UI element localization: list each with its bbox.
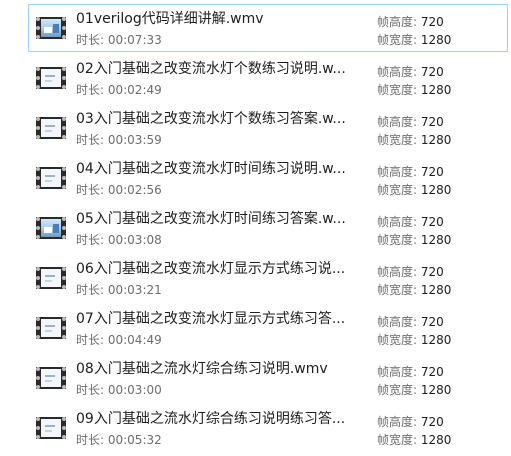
file-item-08[interactable]: 08入门基础之流水灯综合练习说明.wmv 时长: 00:03:00 帧高度: 7… <box>28 354 508 402</box>
frame-height-value: 720 <box>420 415 444 429</box>
frame-height-label: 帧高度: <box>377 115 418 129</box>
frame-width-value: 1280 <box>420 333 452 347</box>
video-document-thumbnail-icon <box>36 67 66 89</box>
frame-height: 帧高度: 720 <box>377 264 444 280</box>
frame-width-value: 1280 <box>420 33 452 47</box>
file-name: 06入门基础之改变流水灯显示方式练习说... <box>76 261 346 277</box>
video-document-thumbnail-icon <box>36 117 66 139</box>
frame-width: 帧宽度: 1280 <box>377 332 451 348</box>
frame-height: 帧高度: 720 <box>377 364 444 380</box>
frame-width-value: 1280 <box>420 283 452 297</box>
frame-height: 帧高度: 720 <box>377 314 444 330</box>
frame-height-value: 720 <box>420 15 444 29</box>
video-document-thumbnail-icon <box>36 367 66 389</box>
frame-width-value: 1280 <box>420 233 452 247</box>
frame-height: 帧高度: 720 <box>377 414 444 430</box>
frame-height-label: 帧高度: <box>377 165 418 179</box>
frame-width: 帧宽度: 1280 <box>377 282 451 298</box>
frame-height-value: 720 <box>420 315 444 329</box>
frame-width: 帧宽度: 1280 <box>377 232 451 248</box>
file-name: 05入门基础之改变流水灯时间练习答案.w... <box>76 211 346 227</box>
frame-width: 帧宽度: 1280 <box>377 82 451 98</box>
file-item-06[interactable]: 06入门基础之改变流水灯显示方式练习说... 时长: 00:03:21 帧高度:… <box>28 254 508 302</box>
frame-height-label: 帧高度: <box>377 315 418 329</box>
frame-height-value: 720 <box>420 165 444 179</box>
frame-width-label: 帧宽度: <box>377 233 418 247</box>
frame-width: 帧宽度: 1280 <box>377 32 451 48</box>
file-duration: 时长: 00:05:32 <box>76 433 162 447</box>
frame-width-value: 1280 <box>420 383 452 397</box>
frame-width: 帧宽度: 1280 <box>377 432 451 448</box>
file-duration: 时长: 00:02:56 <box>76 183 162 197</box>
file-duration: 时长: 00:07:33 <box>76 33 162 47</box>
video-document-thumbnail-icon <box>36 317 66 339</box>
frame-width-label: 帧宽度: <box>377 433 418 447</box>
frame-height-value: 720 <box>420 365 444 379</box>
frame-height-value: 720 <box>420 115 444 129</box>
frame-height-value: 720 <box>420 215 444 229</box>
frame-height-label: 帧高度: <box>377 365 418 379</box>
frame-height: 帧高度: 720 <box>377 14 444 30</box>
file-name: 02入门基础之改变流水灯个数练习说明.w... <box>76 61 346 77</box>
file-item-02[interactable]: 02入门基础之改变流水灯个数练习说明.w... 时长: 00:02:49 帧高度… <box>28 54 508 102</box>
video-document-thumbnail-icon <box>36 267 66 289</box>
frame-width-value: 1280 <box>420 133 452 147</box>
frame-width-label: 帧宽度: <box>377 33 418 47</box>
file-list: 01verilog代码详细讲解.wmv 时长: 00:07:33 帧高度: 72… <box>0 0 511 456</box>
file-name: 09入门基础之流水灯综合练习说明练习答... <box>76 411 346 427</box>
file-item-04[interactable]: 04入门基础之改变流水灯时间练习说明.w... 时长: 00:02:56 帧高度… <box>28 154 508 202</box>
file-name: 04入门基础之改变流水灯时间练习说明.w... <box>76 161 346 177</box>
frame-width-value: 1280 <box>420 183 452 197</box>
file-duration: 时长: 00:03:08 <box>76 233 162 247</box>
frame-width-value: 1280 <box>420 433 452 447</box>
frame-height-label: 帧高度: <box>377 415 418 429</box>
frame-width: 帧宽度: 1280 <box>377 132 451 148</box>
frame-height-label: 帧高度: <box>377 15 418 29</box>
video-document-thumbnail-icon <box>36 167 66 189</box>
frame-height-value: 720 <box>420 65 444 79</box>
file-item-01[interactable]: 01verilog代码详细讲解.wmv 时长: 00:07:33 帧高度: 72… <box>28 4 508 52</box>
file-name: 01verilog代码详细讲解.wmv <box>76 11 264 27</box>
video-scene-thumbnail-icon <box>36 17 66 39</box>
frame-width-label: 帧宽度: <box>377 83 418 97</box>
video-document-thumbnail-icon <box>36 417 66 439</box>
file-item-05[interactable]: 05入门基础之改变流水灯时间练习答案.w... 时长: 00:03:08 帧高度… <box>28 204 508 252</box>
frame-height-label: 帧高度: <box>377 265 418 279</box>
frame-width-label: 帧宽度: <box>377 383 418 397</box>
frame-height: 帧高度: 720 <box>377 214 444 230</box>
frame-width-label: 帧宽度: <box>377 333 418 347</box>
frame-height-label: 帧高度: <box>377 215 418 229</box>
frame-width: 帧宽度: 1280 <box>377 382 451 398</box>
file-item-03[interactable]: 03入门基础之改变流水灯个数练习答案.w... 时长: 00:03:59 帧高度… <box>28 104 508 152</box>
frame-width-label: 帧宽度: <box>377 183 418 197</box>
file-name: 03入门基础之改变流水灯个数练习答案.w... <box>76 111 346 127</box>
frame-height-label: 帧高度: <box>377 65 418 79</box>
frame-height-value: 720 <box>420 265 444 279</box>
file-duration: 时长: 00:02:49 <box>76 83 162 97</box>
file-duration: 时长: 00:03:59 <box>76 133 162 147</box>
file-name: 08入门基础之流水灯综合练习说明.wmv <box>76 361 328 377</box>
frame-width-label: 帧宽度: <box>377 283 418 297</box>
frame-height: 帧高度: 720 <box>377 164 444 180</box>
video-scene-thumbnail-icon <box>36 217 66 239</box>
frame-width-label: 帧宽度: <box>377 133 418 147</box>
frame-height: 帧高度: 720 <box>377 64 444 80</box>
frame-width: 帧宽度: 1280 <box>377 182 451 198</box>
file-item-07[interactable]: 07入门基础之改变流水灯显示方式练习答... 时长: 00:04:49 帧高度:… <box>28 304 508 352</box>
file-item-09[interactable]: 09入门基础之流水灯综合练习说明练习答... 时长: 00:05:32 帧高度:… <box>28 404 508 452</box>
file-duration: 时长: 00:04:49 <box>76 333 162 347</box>
file-duration: 时长: 00:03:21 <box>76 283 162 297</box>
file-duration: 时长: 00:03:00 <box>76 383 162 397</box>
file-name: 07入门基础之改变流水灯显示方式练习答... <box>76 311 346 327</box>
frame-height: 帧高度: 720 <box>377 114 444 130</box>
frame-width-value: 1280 <box>420 83 452 97</box>
